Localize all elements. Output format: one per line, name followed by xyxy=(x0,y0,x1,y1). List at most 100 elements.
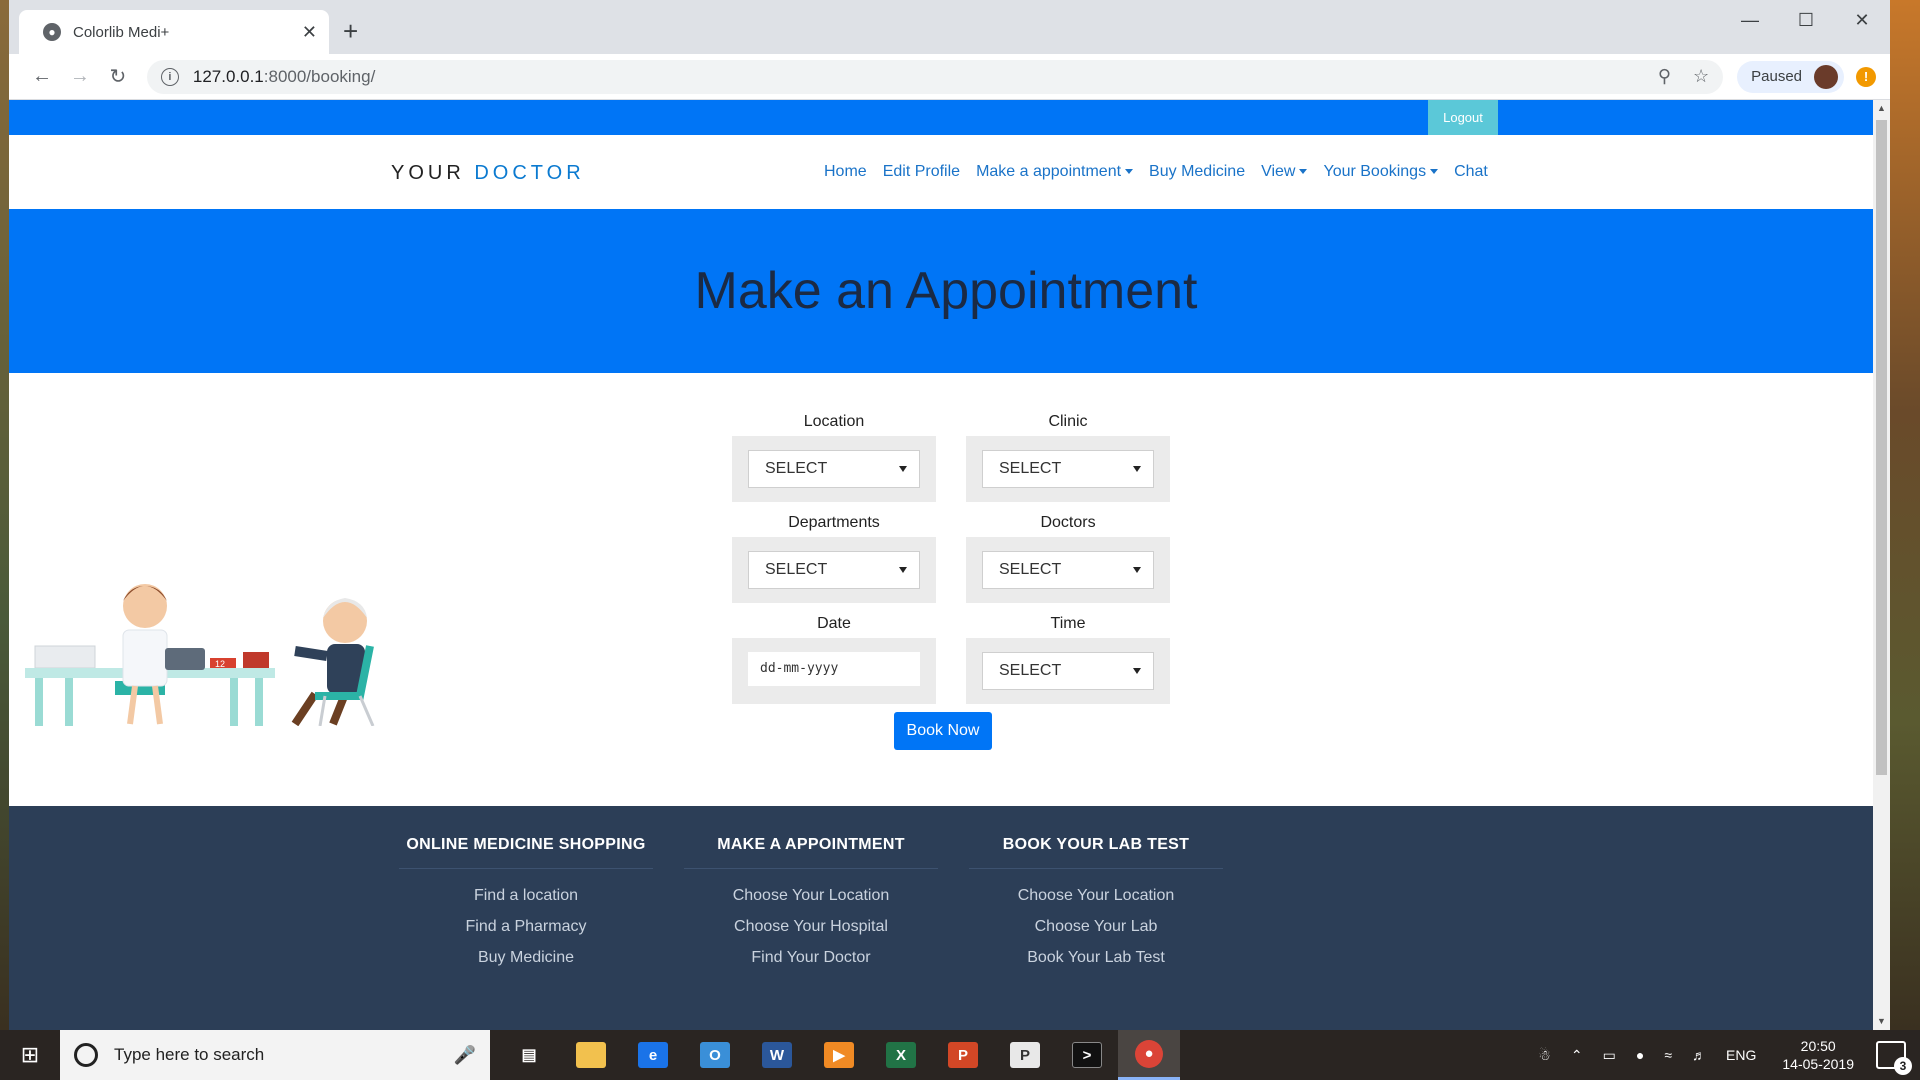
time-select[interactable]: SELECT xyxy=(982,652,1154,690)
page-viewport: Logout YOUR DOCTOR Home Edit Profile Mak… xyxy=(9,100,1890,1030)
scroll-up-icon[interactable]: ▲ xyxy=(1873,100,1890,117)
nav-view-dropdown[interactable]: View xyxy=(1261,163,1307,181)
book-now-button[interactable]: Book Now xyxy=(894,712,992,750)
nav-make-appointment-dropdown[interactable]: Make a appointment xyxy=(976,163,1133,181)
location-field: SELECT xyxy=(732,436,936,502)
logout-button[interactable]: Logout xyxy=(1428,100,1498,135)
footer-link[interactable]: Choose Your Hospital xyxy=(684,918,938,936)
action-center-icon[interactable]: 3 xyxy=(1876,1041,1912,1075)
footer-link[interactable]: Choose Your Location xyxy=(684,887,938,905)
footer-heading: ONLINE MEDICINE SHOPPING xyxy=(399,836,653,869)
bookmark-star-icon[interactable]: ☆ xyxy=(1693,66,1709,87)
departments-field: SELECT xyxy=(732,537,936,603)
clock[interactable]: 20:50 14-05-2019 xyxy=(1782,1037,1854,1073)
url-path: :8000/booking/ xyxy=(263,66,376,86)
excel-icon[interactable]: X xyxy=(870,1030,932,1080)
page-title: Make an Appointment xyxy=(694,262,1198,320)
minimize-icon[interactable]: — xyxy=(1722,0,1778,40)
departments-select[interactable]: SELECT xyxy=(748,551,920,589)
footer-heading: BOOK YOUR LAB TEST xyxy=(969,836,1223,869)
maximize-icon[interactable]: ☐ xyxy=(1778,0,1834,40)
zoom-icon[interactable]: ⚲ xyxy=(1658,66,1671,87)
volume-icon[interactable]: ♬ xyxy=(1692,1047,1706,1063)
date-input[interactable]: dd-mm-yyyy xyxy=(748,652,920,686)
footer-column-medicine: ONLINE MEDICINE SHOPPING Find a location… xyxy=(399,836,653,980)
nav-home[interactable]: Home xyxy=(824,163,867,181)
windows-taskbar: ⊞ Type here to search 🎤 ▤ e O W ▶ X P P … xyxy=(0,1030,1920,1080)
footer-link[interactable]: Find a Pharmacy xyxy=(399,918,653,936)
nav-menu: Home Edit Profile Make a appointment Buy… xyxy=(824,163,1488,181)
update-alert-icon[interactable]: ! xyxy=(1856,66,1876,87)
footer-link[interactable]: Find a location xyxy=(399,887,653,905)
edge-browser-icon[interactable]: e xyxy=(622,1030,684,1080)
info-icon[interactable]: i xyxy=(160,67,179,86)
profile-button[interactable]: Paused xyxy=(1737,60,1845,93)
footer-link[interactable]: Choose Your Location xyxy=(969,887,1223,905)
doctors-label: Doctors xyxy=(1040,514,1096,531)
doctors-field: SELECT xyxy=(966,537,1170,603)
footer-link[interactable]: Buy Medicine xyxy=(399,949,653,967)
new-tab-button[interactable]: + xyxy=(343,18,358,44)
system-tray: ☃ ⌃ ▭ ● ≈ ♬ ENG 20:50 14-05-2019 3 xyxy=(1528,1030,1920,1080)
window-controls: — ☐ ✕ xyxy=(1722,0,1890,40)
footer-link[interactable]: Find Your Doctor xyxy=(684,949,938,967)
nav-buy-medicine[interactable]: Buy Medicine xyxy=(1149,163,1245,181)
wifi-icon[interactable]: ≈ xyxy=(1664,1047,1672,1063)
booking-section: 12 Location SELECT Clinic SELECT Departm… xyxy=(9,373,1873,806)
nav-your-bookings-dropdown[interactable]: Your Bookings xyxy=(1323,163,1438,181)
browser-window: ● Colorlib Medi+ ✕ + — ☐ ✕ ← → ↻ i 127.0… xyxy=(9,0,1890,1030)
taskbar-search[interactable]: Type here to search 🎤 xyxy=(60,1030,490,1080)
reload-icon[interactable]: ↻ xyxy=(99,64,137,89)
windows-start-icon[interactable]: ⊞ xyxy=(0,1030,60,1080)
browser-tab[interactable]: ● Colorlib Medi+ ✕ xyxy=(19,10,329,54)
hero-banner: Make an Appointment xyxy=(9,209,1873,373)
terminal-icon[interactable]: > xyxy=(1056,1030,1118,1080)
site-footer: ONLINE MEDICINE SHOPPING Find a location… xyxy=(9,806,1873,1030)
clock-date: 14-05-2019 xyxy=(1782,1056,1854,1072)
site-logo[interactable]: YOUR DOCTOR xyxy=(391,162,585,185)
nav-chat[interactable]: Chat xyxy=(1454,163,1488,181)
footer-heading: MAKE A APPOINTMENT xyxy=(684,836,938,869)
footer-column-appointment: MAKE A APPOINTMENT Choose Your Location … xyxy=(684,836,938,980)
avatar xyxy=(1814,64,1839,89)
security-status-icon[interactable]: ● xyxy=(1636,1047,1644,1063)
profile-status: Paused xyxy=(1751,68,1803,85)
doctors-select[interactable]: SELECT xyxy=(982,551,1154,589)
close-tab-icon[interactable]: ✕ xyxy=(302,22,317,43)
media-player-icon[interactable]: ▶ xyxy=(808,1030,870,1080)
svg-text:12: 12 xyxy=(215,659,225,669)
location-select[interactable]: SELECT xyxy=(748,450,920,488)
file-explorer-icon[interactable] xyxy=(560,1030,622,1080)
battery-icon[interactable]: ▭ xyxy=(1603,1047,1616,1064)
clinic-select[interactable]: SELECT xyxy=(982,450,1154,488)
nav-edit-profile[interactable]: Edit Profile xyxy=(883,163,960,181)
footer-link[interactable]: Book Your Lab Test xyxy=(969,949,1223,967)
footer-link[interactable]: Choose Your Lab xyxy=(969,918,1223,936)
page-scrollbar[interactable]: ▲ ▼ xyxy=(1873,100,1890,1030)
powerpoint-icon[interactable]: P xyxy=(932,1030,994,1080)
show-hidden-icons-icon[interactable]: ⌃ xyxy=(1571,1047,1583,1064)
scrollbar-thumb[interactable] xyxy=(1876,120,1887,775)
close-window-icon[interactable]: ✕ xyxy=(1834,0,1890,40)
tab-title: Colorlib Medi+ xyxy=(73,23,170,41)
brand-first: YOUR xyxy=(391,162,465,184)
task-view-icon[interactable]: ▤ xyxy=(498,1030,560,1080)
url-host: 127.0.0.1 xyxy=(192,66,264,86)
microphone-icon[interactable]: 🎤 xyxy=(454,1045,476,1066)
back-icon[interactable]: ← xyxy=(23,65,61,88)
brand-second: DOCTOR xyxy=(474,162,585,184)
tab-strip: ● Colorlib Medi+ ✕ + — ☐ ✕ xyxy=(9,0,1890,54)
url-text[interactable]: 127.0.0.1:8000/booking/ xyxy=(193,67,1636,87)
outlook-icon[interactable]: O xyxy=(684,1030,746,1080)
scroll-down-icon[interactable]: ▼ xyxy=(1873,1013,1890,1030)
cortana-icon[interactable] xyxy=(74,1043,98,1067)
footer-column-lab-test: BOOK YOUR LAB TEST Choose Your Location … xyxy=(969,836,1223,980)
chrome-icon[interactable]: ● xyxy=(1118,1030,1180,1080)
python-icon[interactable]: P xyxy=(994,1030,1056,1080)
language-indicator[interactable]: ENG xyxy=(1726,1047,1756,1063)
address-bar[interactable]: i 127.0.0.1:8000/booking/ ⚲ ☆ xyxy=(146,59,1724,94)
date-field: dd-mm-yyyy xyxy=(732,638,936,704)
word-icon[interactable]: W xyxy=(746,1030,808,1080)
people-icon[interactable]: ☃ xyxy=(1538,1047,1551,1064)
forward-icon[interactable]: → xyxy=(61,65,99,88)
